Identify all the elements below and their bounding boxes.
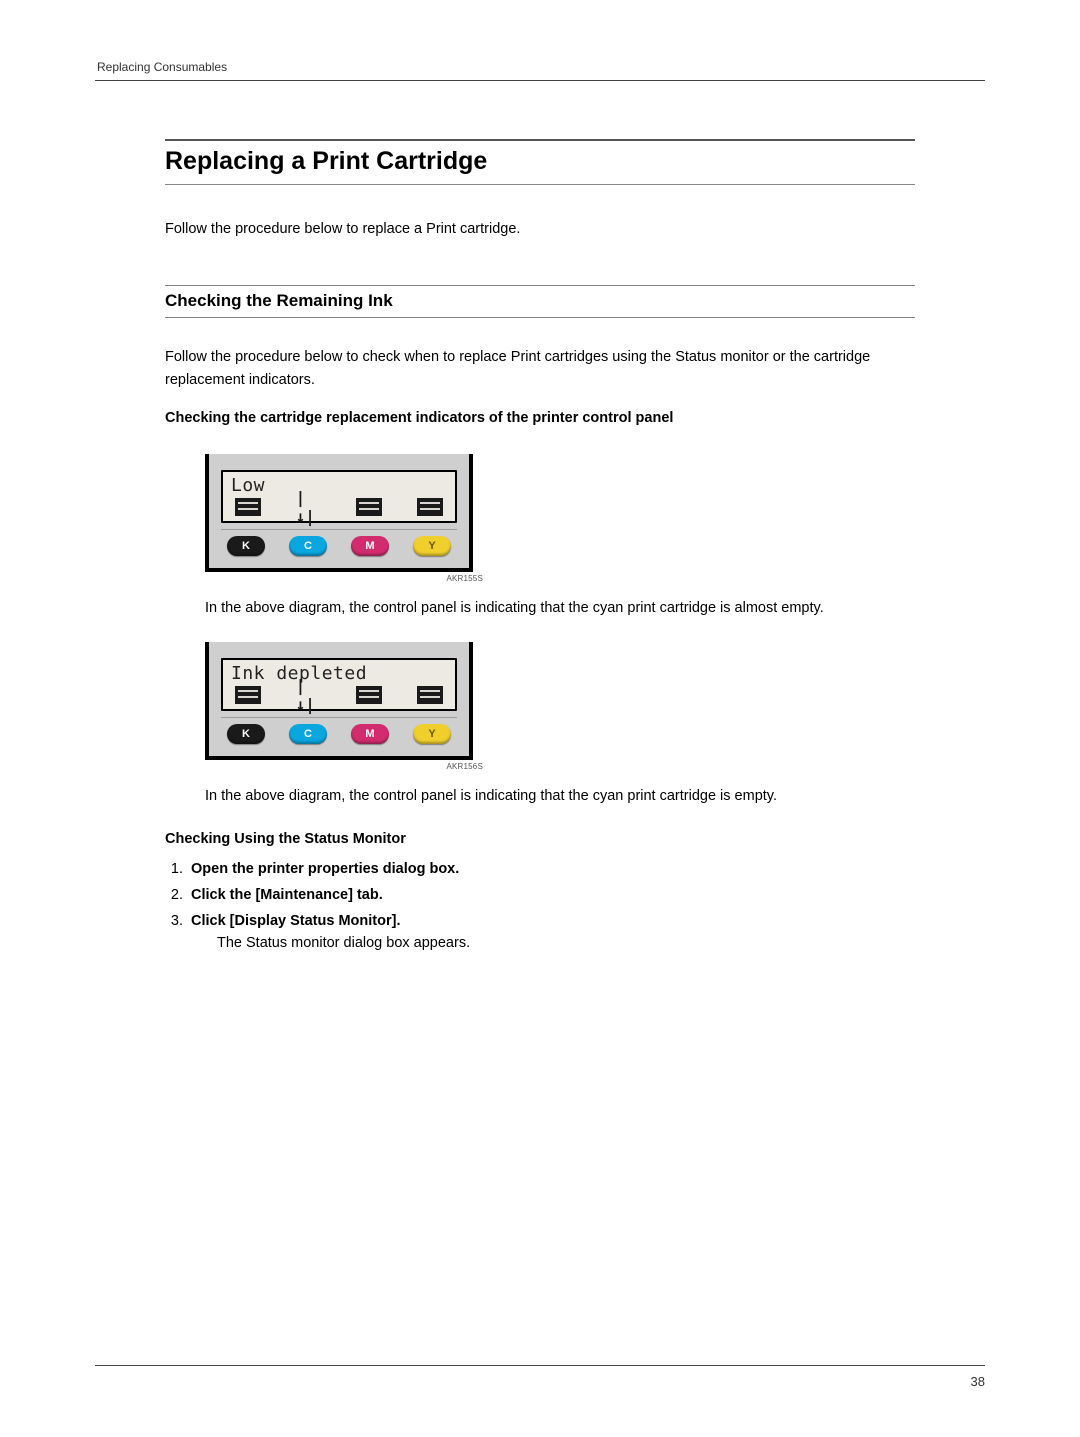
led-black: K [227,536,265,556]
step-label: Open the printer properties dialog box. [191,861,459,877]
led-yellow: Y [413,536,451,556]
led-black: K [227,724,265,744]
intro-text: Follow the procedure below to replace a … [165,219,915,241]
page-footer: 38 [0,1365,1080,1389]
figure-caption-2: In the above diagram, the control panel … [205,785,915,808]
ink-drop-icon: |↓| [296,498,322,516]
led-cyan: C [289,536,327,556]
procedure-list: Open the printer properties dialog box. … [187,861,915,951]
list-item: Click the [Maintenance] tab. [187,887,915,903]
step-note: The Status monitor dialog box appears. [217,935,915,951]
list-item: Open the printer properties dialog box. [187,861,915,877]
led-magenta: M [351,536,389,556]
cartridge-icon [235,498,261,516]
ink-drop-icon: |↓| [296,686,322,704]
lcd-display: Low |↓| [221,470,457,523]
figure-code: AKR156S [205,762,483,771]
page-title: Replacing a Print Cartridge [165,147,915,176]
footer-rule [95,1365,985,1366]
control-panel-figure-1: Low |↓| K C M Y [205,454,915,583]
h2-container: Checking the Remaining Ink [165,285,915,318]
step-label: Click [Display Status Monitor]. [191,913,400,929]
h1-container: Replacing a Print Cartridge [165,139,915,185]
subheading-indicators: Checking the cartridge replacement indic… [165,410,915,426]
top-rule [95,80,985,81]
led-row: K C M Y [221,529,457,560]
step-label: Click the [Maintenance] tab. [191,887,383,903]
figure-code: AKR155S [205,574,483,583]
lcd-text: Ink depleted [231,663,447,684]
section-heading: Checking the Remaining Ink [165,291,915,311]
led-row: K C M Y [221,717,457,748]
content-area: Replacing a Print Cartridge Follow the p… [95,139,985,951]
lcd-text: Low [231,475,447,496]
led-magenta: M [351,724,389,744]
section-intro: Follow the procedure below to check when… [165,346,915,392]
cartridge-icon [417,498,443,516]
lcd-display: Ink depleted |↓| [221,658,457,711]
running-head: Replacing Consumables [95,60,985,74]
cartridge-icon [356,686,382,704]
led-yellow: Y [413,724,451,744]
list-item: Click [Display Status Monitor]. The Stat… [187,913,915,951]
subheading-status-monitor: Checking Using the Status Monitor [165,831,915,847]
led-cyan: C [289,724,327,744]
figure-caption-1: In the above diagram, the control panel … [205,597,915,620]
page-number: 38 [95,1374,985,1389]
cartridge-icon [235,686,261,704]
control-panel-figure-2: Ink depleted |↓| K C M Y [205,642,915,771]
cartridge-icon [417,686,443,704]
cartridge-icon [356,498,382,516]
